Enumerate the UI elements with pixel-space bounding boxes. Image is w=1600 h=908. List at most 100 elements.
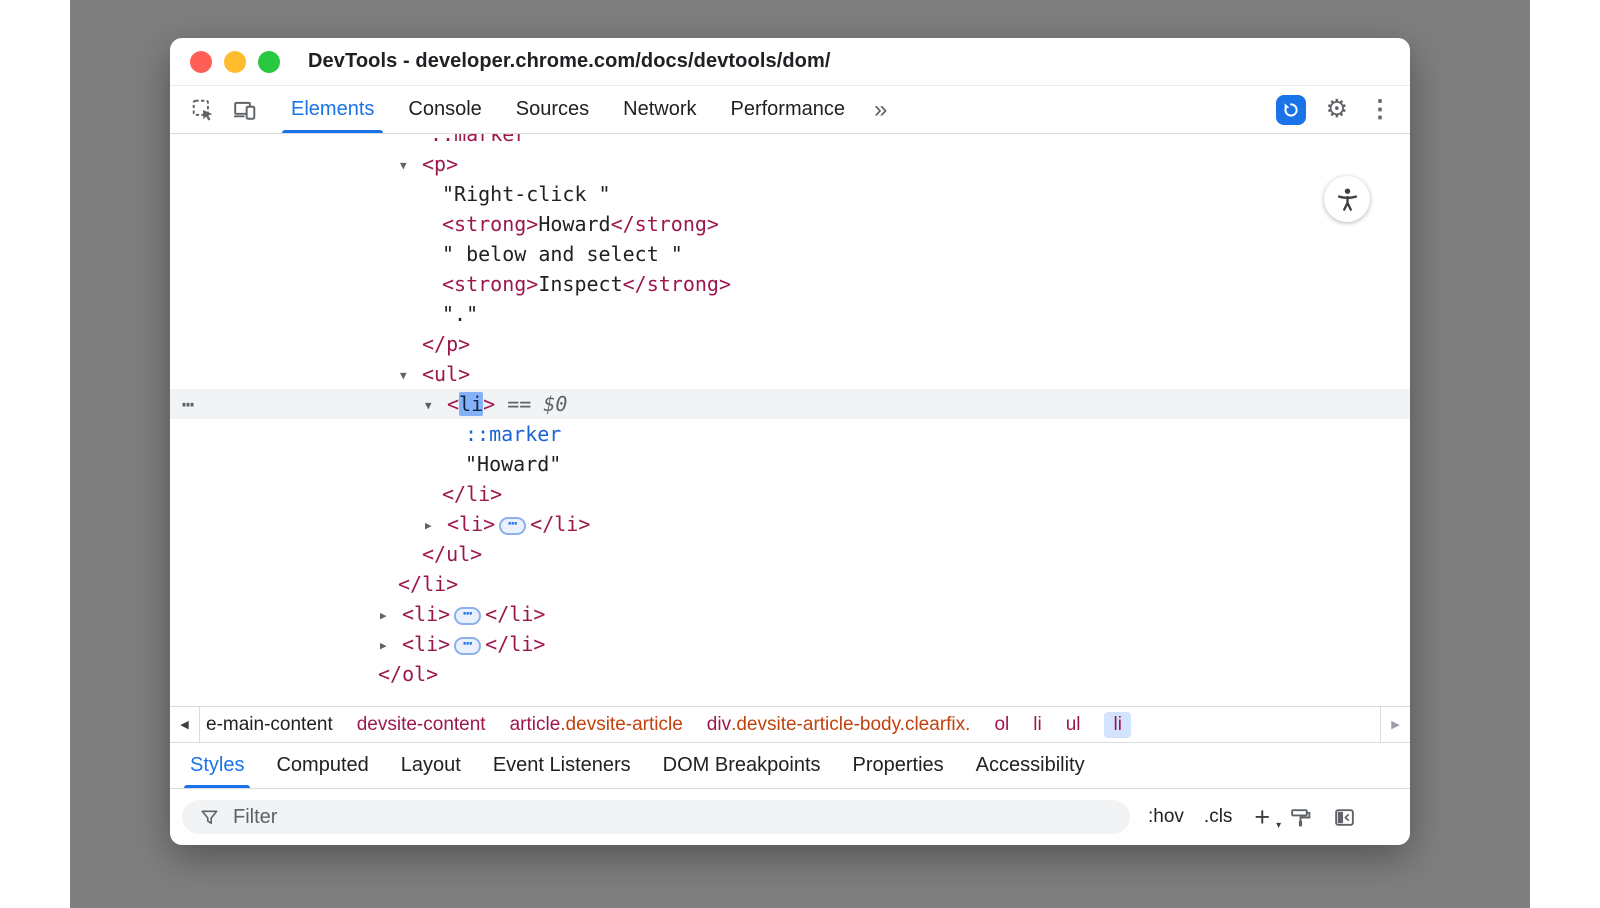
dom-node[interactable]: ▶<li>⋯</li> <box>170 599 1410 629</box>
dom-token-tag: </ol> <box>378 662 438 686</box>
dom-node[interactable]: </li> <box>170 569 1410 599</box>
dom-node-selected[interactable]: ⋯▼<li> == $0 <box>170 389 1410 419</box>
dom-token-tag: </li> <box>485 602 545 626</box>
devtools-window: DevTools - developer.chrome.com/docs/dev… <box>170 38 1410 845</box>
selected-node-name: li <box>459 392 483 416</box>
screenshot-viewport: DevTools - developer.chrome.com/docs/dev… <box>0 0 1600 908</box>
dom-token-text: Howard <box>538 212 610 236</box>
styles-filter-buttons: :hov .cls +▾ <box>1146 804 1358 831</box>
titlebar: DevTools - developer.chrome.com/docs/dev… <box>170 38 1410 86</box>
dom-node[interactable]: "." <box>170 299 1410 329</box>
dom-node[interactable]: </p> <box>170 329 1410 359</box>
device-toolbar-icon[interactable] <box>224 86 266 133</box>
dom-node[interactable]: "Right-click " <box>170 179 1410 209</box>
breadcrumb-item[interactable]: devsite-content <box>357 714 486 736</box>
breadcrumb-item[interactable]: ol <box>994 714 1009 736</box>
dom-token-text: "Howard" <box>465 452 561 476</box>
dom-node[interactable]: ::marker <box>170 419 1410 449</box>
dom-token-text: "." <box>442 302 478 326</box>
breadcrumb-item[interactable]: div.devsite-article-body.clearfix. <box>707 714 971 736</box>
chevron-right-icon[interactable]: ▶ <box>425 511 447 541</box>
filter-placeholder: Filter <box>233 806 277 829</box>
breadcrumb-bar: ◀ e-main-content devsite-content article.d… <box>170 706 1410 743</box>
dom-node[interactable]: ▶<li>⋯</li> <box>170 629 1410 659</box>
kebab-menu-icon[interactable]: ⋮ <box>1368 98 1392 122</box>
dom-node[interactable]: <strong>Howard</strong> <box>170 209 1410 239</box>
sidebar-tab-event-listeners[interactable]: Event Listeners <box>477 743 647 788</box>
toggle-element-state-button[interactable]: :hov <box>1146 804 1186 830</box>
dom-token-tag: <p> <box>422 152 458 176</box>
chevron-down-icon[interactable]: ▼ <box>400 151 422 181</box>
dom-node[interactable]: ▼<ul> <box>170 359 1410 389</box>
sidebar-tab-layout[interactable]: Layout <box>385 743 477 788</box>
minimize-button[interactable] <box>224 51 246 73</box>
dom-node[interactable]: </ul> <box>170 539 1410 569</box>
dom-node[interactable]: <strong>Inspect</strong> <box>170 269 1410 299</box>
tab-elements[interactable]: Elements <box>274 86 391 133</box>
breadcrumbs: e-main-content devsite-content article.dev… <box>200 707 1380 742</box>
dom-token-tag: <strong> <box>442 272 538 296</box>
new-style-rule-button[interactable]: +▾ <box>1254 804 1270 831</box>
element-classes-button[interactable]: .cls <box>1202 804 1235 830</box>
dom-token-tag: <li> <box>402 602 450 626</box>
breadcrumb-item[interactable]: article.devsite-article <box>510 714 683 736</box>
dom-node[interactable]: ::marker <box>170 134 1410 149</box>
breadcrumb-item[interactable]: li <box>1033 714 1041 736</box>
breadcrumb-scroll-left-icon[interactable]: ◀ <box>170 707 200 742</box>
more-actions-icon[interactable]: ⋯ <box>182 389 195 419</box>
window-title: DevTools - developer.chrome.com/docs/dev… <box>308 50 831 73</box>
breadcrumb-item[interactable]: li <box>1104 712 1130 738</box>
dom-token-tag: </strong> <box>623 272 731 296</box>
breadcrumb-scroll-right-icon[interactable]: ▶ <box>1380 707 1410 742</box>
chevron-right-icon[interactable]: ▶ <box>380 631 402 661</box>
dom-token-dollar: $0 <box>543 392 567 416</box>
collapsed-content-icon[interactable]: ⋯ <box>499 517 526 535</box>
sidebar-tab-properties[interactable]: Properties <box>837 743 960 788</box>
toggle-sidebar-icon[interactable] <box>1330 806 1358 829</box>
elements-panel: ::marker▼<p>"Right-click "<strong>Howard… <box>170 134 1410 706</box>
tab-performance[interactable]: Performance <box>714 86 863 133</box>
dom-token-op: == <box>495 392 543 416</box>
styles-filter-row: Filter :hov .cls +▾ <box>170 789 1410 845</box>
sidebar-tabs: StylesComputedLayoutEvent ListenersDOM B… <box>170 743 1410 789</box>
breadcrumb-item[interactable]: e-main-content <box>206 714 333 736</box>
dom-token-pseudo: ::marker <box>465 422 561 446</box>
dom-token-tag: ::marker <box>430 134 526 146</box>
chevron-right-icon[interactable]: ▶ <box>380 601 402 631</box>
tab-network[interactable]: Network <box>606 86 713 133</box>
settings-gear-icon[interactable]: ⚙ <box>1326 97 1348 122</box>
collapsed-content-icon[interactable]: ⋯ <box>454 607 481 625</box>
styles-filter-input[interactable]: Filter <box>182 800 1130 834</box>
dom-node[interactable]: ▼<p> <box>170 149 1410 179</box>
dom-token-tag: </p> <box>422 332 470 356</box>
dom-token-tag: </li> <box>398 572 458 596</box>
more-tabs-icon[interactable]: » <box>862 86 899 133</box>
chevron-down-icon[interactable]: ▼ <box>400 361 422 391</box>
sidebar-tab-computed[interactable]: Computed <box>260 743 384 788</box>
devtools-toolbar: ElementsConsoleSourcesNetworkPerformance… <box>170 86 1410 134</box>
new-rule-caret-icon: ▾ <box>1276 821 1281 831</box>
dom-node[interactable]: </li> <box>170 479 1410 509</box>
tab-sources[interactable]: Sources <box>499 86 606 133</box>
filter-funnel-icon <box>195 808 223 827</box>
dom-token-tag: <li> <box>402 632 450 656</box>
sidebar-tab-styles[interactable]: Styles <box>174 743 260 788</box>
accessibility-person-icon[interactable] <box>1324 176 1370 222</box>
dom-node[interactable]: "Howard" <box>170 449 1410 479</box>
dom-token-text: " below and select " <box>442 242 683 266</box>
dom-token-tag: </li> <box>442 482 502 506</box>
tab-console[interactable]: Console <box>391 86 498 133</box>
inspect-element-icon[interactable] <box>182 86 224 133</box>
rendering-emulations-icon[interactable] <box>1286 806 1314 829</box>
sidebar-tab-dom-breakpoints[interactable]: DOM Breakpoints <box>647 743 837 788</box>
dom-node[interactable]: " below and select " <box>170 239 1410 269</box>
dom-node[interactable]: ▶<li>⋯</li> <box>170 509 1410 539</box>
chevron-down-icon[interactable]: ▼ <box>425 391 447 421</box>
reload-devtools-icon[interactable] <box>1276 95 1306 125</box>
dom-node[interactable]: </ol> <box>170 659 1410 689</box>
sidebar-tab-accessibility[interactable]: Accessibility <box>960 743 1101 788</box>
collapsed-content-icon[interactable]: ⋯ <box>454 637 481 655</box>
zoom-button[interactable] <box>258 51 280 73</box>
close-button[interactable] <box>190 51 212 73</box>
breadcrumb-item[interactable]: ul <box>1066 714 1081 736</box>
